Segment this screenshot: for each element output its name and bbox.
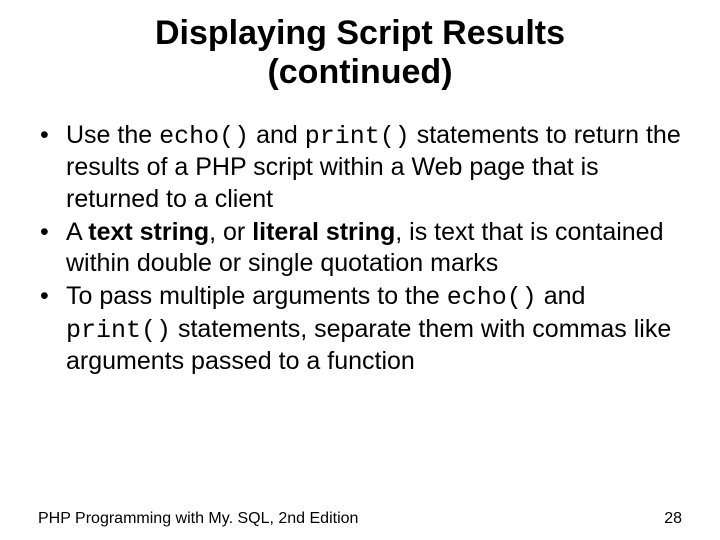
text: To pass multiple arguments to the — [66, 282, 447, 310]
title-line-2: (continued) — [267, 53, 452, 91]
text: A — [66, 218, 88, 246]
term-literal-string: literal string — [252, 218, 395, 246]
title-line-1: Displaying Script Results — [155, 14, 565, 52]
code-echo: echo() — [447, 283, 537, 312]
slide-title: Displaying Script Results (continued) — [0, 14, 720, 92]
code-print: print() — [305, 122, 410, 151]
bullet-list: Use the echo() and print() statements to… — [38, 120, 682, 377]
term-text-string: text string — [88, 218, 209, 246]
list-item: Use the echo() and print() statements to… — [38, 120, 682, 215]
list-item: A text string, or literal string, is tex… — [38, 217, 682, 280]
list-item: To pass multiple arguments to the echo()… — [38, 281, 682, 377]
text: , or — [209, 218, 252, 246]
slide: Displaying Script Results (continued) Us… — [0, 14, 720, 540]
text: and — [249, 121, 305, 149]
page-number: 28 — [664, 510, 682, 528]
text: and — [537, 282, 586, 310]
code-print: print() — [66, 316, 171, 345]
slide-body: Use the echo() and print() statements to… — [0, 120, 720, 377]
footer-source: PHP Programming with My. SQL, 2nd Editio… — [38, 510, 358, 528]
code-echo: echo() — [159, 122, 249, 151]
text: Use the — [66, 121, 159, 149]
